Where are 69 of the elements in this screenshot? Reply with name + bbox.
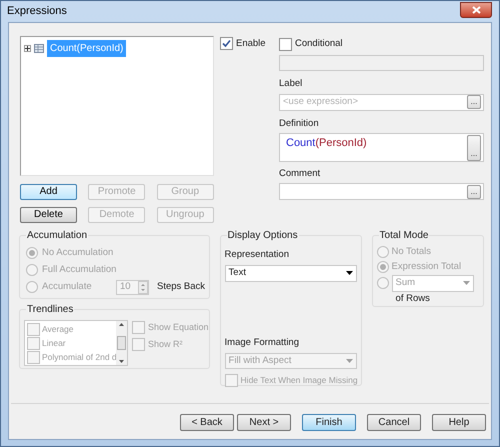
radio-button[interactable] — [26, 281, 38, 293]
checkmark-icon — [222, 39, 231, 48]
checkbox[interactable] — [27, 336, 40, 350]
representation-caption: Representation — [224, 248, 290, 262]
scroll-thumb[interactable] — [117, 336, 126, 350]
definition-field[interactable]: Count(PersonId) ... — [279, 132, 484, 162]
comment-caption: Comment — [279, 166, 322, 181]
checkbox[interactable] — [279, 38, 292, 51]
dropdown-caret-icon — [462, 281, 470, 286]
condition-field[interactable] — [279, 55, 484, 72]
scrollbar[interactable] — [116, 321, 127, 365]
radio-label: No Totals — [392, 244, 431, 259]
hide-text-label: Hide Text When Image Missing — [240, 374, 358, 387]
footer-button[interactable]: Cancel — [367, 414, 421, 431]
steps-value: 10 — [120, 280, 131, 294]
show-r2-label: Show R² — [148, 338, 183, 350]
trendline-label: Linear — [42, 336, 66, 350]
spinner-arrows-icon — [138, 280, 148, 294]
dropdown-caret-icon — [346, 271, 353, 276]
trendline-label: Average — [42, 322, 74, 336]
of-rows-label: of Rows — [396, 292, 431, 306]
radio-button[interactable] — [376, 246, 389, 258]
ellipsis-button[interactable]: ... — [467, 95, 481, 109]
checkbox[interactable] — [132, 321, 145, 334]
aggregate-value: Sum — [396, 276, 416, 290]
window-title: Expressions — [7, 4, 67, 20]
conditional-label: Conditional — [295, 37, 343, 51]
ellipsis-button[interactable]: ... — [467, 134, 481, 161]
representation-dropdown[interactable]: Text — [224, 265, 357, 282]
action-button[interactable]: Add — [20, 184, 77, 200]
close-button[interactable] — [460, 2, 492, 18]
image-formatting-value: Fill with Aspect — [228, 354, 292, 368]
scroll-up-icon — [119, 323, 124, 326]
group-title: Display Options — [226, 228, 299, 243]
enable-label: Enable — [236, 37, 266, 51]
ellipsis-button[interactable]: ... — [467, 184, 481, 198]
radio-button[interactable] — [376, 277, 389, 290]
footer-button[interactable]: < Back — [180, 414, 234, 431]
radio-label: Expression Total — [392, 260, 462, 274]
action-button[interactable]: Delete — [20, 207, 77, 223]
footer-button[interactable]: Help — [432, 414, 486, 431]
label-caption: Label — [279, 77, 304, 92]
radio-label: Accumulate — [42, 280, 93, 294]
radio-label: No Accumulation — [42, 246, 112, 260]
representation-value: Text — [228, 266, 246, 280]
steps-label: Steps Back — [157, 280, 206, 294]
definition-caption: Definition — [279, 116, 320, 130]
expand-toggle[interactable] — [24, 45, 31, 52]
radio-button[interactable] — [26, 264, 38, 276]
checkbox[interactable] — [132, 338, 145, 351]
checkbox[interactable] — [27, 322, 40, 336]
checkbox[interactable] — [224, 374, 238, 387]
comment-field[interactable]: ... — [279, 183, 484, 200]
radio-button[interactable] — [376, 260, 389, 273]
image-formatting-caption: Image Formatting — [224, 336, 300, 350]
show-equation-label: Show Equation — [148, 321, 209, 334]
scroll-down-icon — [119, 360, 124, 363]
dropdown-caret-icon — [346, 358, 353, 363]
trendline-label: Polynomial of 2nd d — [42, 350, 116, 364]
table-icon — [34, 44, 44, 53]
radio-button[interactable] — [26, 247, 38, 259]
label-field[interactable]: <use expression> ... — [279, 94, 484, 110]
close-icon — [472, 6, 480, 14]
label-placeholder: <use expression> — [283, 94, 358, 109]
checkbox[interactable] — [220, 37, 233, 50]
definition-text: Count(PersonId) — [286, 136, 367, 151]
footer-button[interactable]: Finish — [302, 414, 356, 431]
footer-button[interactable]: Next > — [237, 414, 291, 431]
checkbox[interactable] — [27, 350, 40, 364]
